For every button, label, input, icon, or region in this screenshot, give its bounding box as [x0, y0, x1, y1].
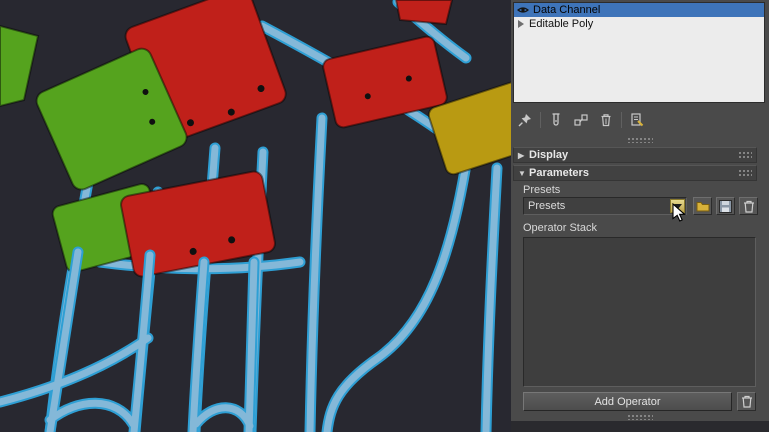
- trash-icon: [743, 200, 754, 213]
- visibility-eye-icon[interactable]: [517, 6, 529, 14]
- splitter-grip[interactable]: [627, 137, 653, 143]
- panel-bottom-splitter[interactable]: [511, 414, 769, 420]
- make-unique-icon: [574, 114, 588, 126]
- rollout-grip-icon: [738, 151, 752, 159]
- command-panel: Data Channel Editable Poly ▶ Display ▼ P…: [511, 0, 769, 432]
- pin-icon: [518, 114, 531, 127]
- load-preset-button[interactable]: [693, 197, 712, 215]
- modifier-stack-item-editable-poly[interactable]: Editable Poly: [514, 17, 764, 31]
- remove-operator-button[interactable]: [737, 392, 756, 411]
- save-disk-icon: [719, 199, 732, 213]
- operator-stack[interactable]: [523, 237, 756, 387]
- rollout-title: Parameters: [529, 167, 589, 179]
- panel-splitter[interactable]: [511, 136, 769, 144]
- 3dsmax-window: Data Channel Editable Poly ▶ Display ▼ P…: [0, 0, 769, 432]
- configure-sets-icon: [631, 113, 644, 127]
- rollout-collapsed-arrow-icon: ▶: [518, 150, 525, 160]
- remove-modifier-button[interactable]: [596, 110, 616, 130]
- modifier-stack-list[interactable]: Data Channel Editable Poly: [513, 2, 765, 103]
- operator-stack-label: Operator Stack: [523, 222, 597, 234]
- chair-green-fragment[interactable]: [0, 24, 40, 108]
- viewport-canvas[interactable]: [0, 0, 511, 432]
- rollout-expanded-arrow-icon: ▼: [518, 168, 526, 178]
- toolbar-separator: [621, 112, 622, 128]
- modifier-label: Editable Poly: [529, 18, 594, 30]
- expand-triangle-icon[interactable]: [517, 20, 525, 28]
- make-unique-button[interactable]: [571, 110, 591, 130]
- viewport[interactable]: [0, 0, 511, 432]
- configure-modifier-sets-button[interactable]: [627, 110, 647, 130]
- chevron-down-icon: [673, 203, 682, 209]
- rollout-parameters[interactable]: ▼ Parameters: [513, 165, 757, 181]
- pin-stack-button[interactable]: [515, 110, 535, 130]
- trash-icon: [741, 395, 752, 408]
- panel-bottom-strip: [511, 421, 769, 432]
- rollout-title: Display: [529, 149, 569, 161]
- splitter-grip[interactable]: [627, 414, 653, 420]
- dropdown-arrow-button[interactable]: [670, 199, 685, 213]
- modifier-stack-toolbar: [515, 108, 647, 132]
- trash-icon: [601, 114, 611, 127]
- delete-preset-button[interactable]: [739, 197, 758, 215]
- modifier-label: Data Channel: [533, 4, 601, 16]
- chair-red-fragment[interactable]: [394, 0, 454, 26]
- presets-label: Presets: [523, 184, 561, 196]
- folder-icon: [696, 202, 709, 212]
- toolbar-separator: [540, 112, 541, 128]
- presets-dropdown-value: Presets: [528, 200, 566, 212]
- chair-front-legs-outline: [0, 252, 254, 432]
- show-end-result-button[interactable]: [546, 110, 566, 130]
- presets-dropdown[interactable]: Presets: [523, 197, 687, 215]
- rollout-grip-icon: [738, 169, 752, 177]
- modifier-stack-item-data-channel[interactable]: Data Channel: [514, 3, 764, 17]
- add-operator-button[interactable]: Add Operator: [523, 392, 732, 411]
- rollout-display[interactable]: ▶ Display: [513, 147, 757, 163]
- test-tube-icon: [552, 113, 560, 126]
- save-preset-button[interactable]: [716, 197, 735, 215]
